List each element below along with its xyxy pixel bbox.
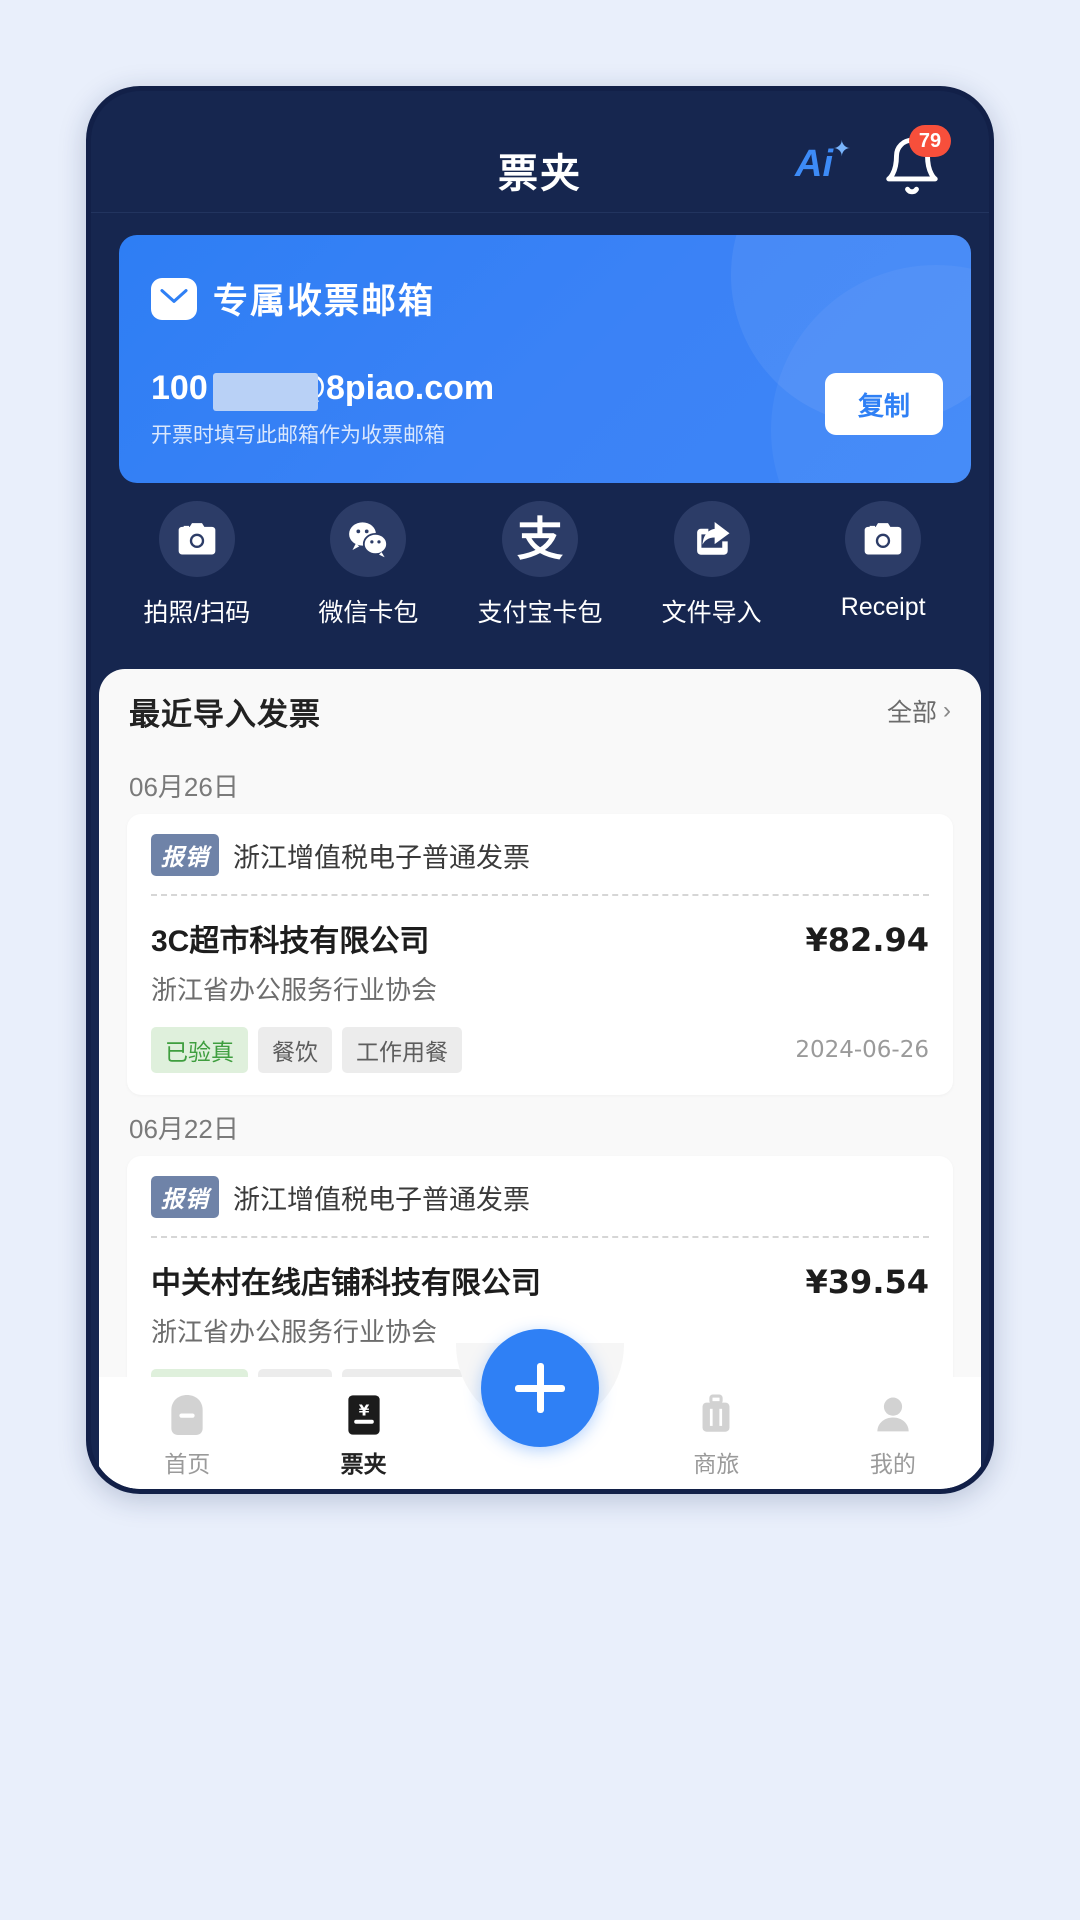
email-card-title: 专属收票邮箱: [213, 282, 436, 321]
invoice-tags: 已验真 餐饮 工作用餐: [151, 1027, 462, 1073]
invoice-header: 报销 浙江增值税电子普通发票: [151, 1176, 929, 1236]
phone-frame: 票夹 Ai ✦ 79 专属收票邮箱 100 9874@8piao.com 开票时…: [86, 86, 994, 1494]
panel-title: 最近导入发票: [129, 696, 321, 732]
invoice-divider: [151, 894, 929, 896]
invoice-type: 浙江增值税电子普通发票: [233, 842, 530, 873]
envelope-icon: [151, 277, 197, 320]
file-import-icon: [673, 501, 750, 577]
wechat-icon: [330, 501, 407, 577]
quick-action-label: 微信卡包: [318, 599, 419, 627]
quick-action-alipay-wallet[interactable]: 支 支付宝卡包: [465, 501, 615, 629]
quick-action-photo-scan[interactable]: 拍照/扫码: [122, 501, 272, 629]
invoice-main-row: 中关村在线店铺科技有限公司 ¥39.54: [151, 1258, 929, 1302]
notification-badge: 79: [909, 125, 951, 157]
alipay-icon: 支: [501, 501, 578, 577]
copy-email-button[interactable]: 复制: [825, 373, 943, 435]
nav-label: 商旅: [693, 1451, 740, 1477]
quick-actions-row: 拍照/扫码 微信卡包 支 支付宝卡包 文件导入 Receipt: [111, 501, 969, 629]
sparkle-icon: ✦: [832, 136, 851, 161]
invoice-org: 浙江省办公服务行业协会: [151, 975, 438, 1005]
chevron-right-icon: ›: [943, 697, 951, 724]
invoice-company: 3C超市科技有限公司: [151, 925, 430, 958]
notification-bell-button[interactable]: 79: [881, 125, 951, 197]
wallet-yen-icon: ¥: [344, 1391, 384, 1439]
invoice-divider: [151, 1236, 929, 1238]
invoice-main-row: 3C超市科技有限公司 ¥82.94: [151, 916, 929, 960]
invoice-type: 浙江增值税电子普通发票: [233, 1184, 530, 1215]
add-invoice-fab[interactable]: [481, 1329, 599, 1447]
nav-label: 我的: [869, 1451, 916, 1477]
nav-label: 首页: [164, 1451, 211, 1477]
nav-item-home[interactable]: 首页: [99, 1377, 275, 1479]
tag-verified: 已验真: [151, 1027, 248, 1073]
invoice-footer: 已验真 餐饮 工作用餐 2024-06-26: [151, 1027, 929, 1073]
invoice-company: 中关村在线店铺科技有限公司: [151, 1267, 541, 1300]
quick-action-label: 支付宝卡包: [477, 599, 603, 627]
svg-text:¥: ¥: [358, 1401, 369, 1419]
email-hint: 开票时填写此邮箱作为收票邮箱: [151, 424, 445, 447]
quick-action-file-import[interactable]: 文件导入: [637, 501, 787, 629]
quick-action-label: Receipt: [840, 593, 926, 621]
alipay-glyph: 支: [516, 512, 563, 566]
date-group-label: 06月22日: [129, 1114, 239, 1144]
tag-purpose: 工作用餐: [342, 1027, 462, 1073]
quick-action-receipt[interactable]: Receipt: [808, 501, 958, 629]
invoice-header: 报销 浙江增值税电子普通发票: [151, 834, 929, 894]
recent-invoices-panel: 最近导入发票 全部 › 06月26日 报销 浙江增值税电子普通发票 3C超市科技…: [99, 669, 981, 1489]
camera-icon: [845, 501, 922, 577]
quick-action-label: 文件导入: [661, 599, 762, 627]
luggage-icon: [696, 1391, 736, 1439]
person-icon: [873, 1391, 913, 1439]
nav-item-travel[interactable]: 商旅: [628, 1377, 804, 1479]
invoice-amount: ¥39.54: [805, 1263, 929, 1301]
quick-action-label: 拍照/扫码: [143, 599, 251, 627]
phone-screen: 票夹 Ai ✦ 79 专属收票邮箱 100 9874@8piao.com 开票时…: [91, 91, 989, 1489]
nav-item-wallet[interactable]: ¥ 票夹: [275, 1377, 451, 1479]
nav-label: 票夹: [340, 1451, 387, 1477]
dedicated-email-card[interactable]: 专属收票邮箱 100 9874@8piao.com 开票时填写此邮箱作为收票邮箱…: [119, 235, 971, 483]
quick-action-wechat-wallet[interactable]: 微信卡包: [293, 501, 443, 629]
ai-label: Ai: [795, 143, 833, 185]
ai-assistant-button[interactable]: Ai ✦: [795, 136, 855, 193]
invoice-date: 2024-06-26: [795, 1037, 929, 1063]
date-group-label: 06月26日: [129, 772, 239, 802]
invoice-card[interactable]: 报销 浙江增值税电子普通发票 3C超市科技有限公司 ¥82.94 浙江省办公服务…: [127, 814, 953, 1095]
nav-item-profile[interactable]: 我的: [805, 1377, 981, 1479]
see-all-link[interactable]: 全部 ›: [887, 693, 951, 729]
see-all-label: 全部: [886, 699, 937, 727]
plus-icon: [512, 1360, 568, 1416]
camera-icon: [158, 501, 235, 577]
tag-category: 餐饮: [258, 1027, 332, 1073]
reimburse-badge: 报销: [151, 834, 219, 876]
app-header: 票夹 Ai ✦ 79: [91, 91, 989, 213]
home-icon: [167, 1391, 207, 1439]
redaction-mask: [213, 373, 318, 411]
reimburse-badge: 报销: [151, 1176, 219, 1218]
email-address-wrap: 100 9874@8piao.com: [151, 369, 711, 411]
invoice-amount: ¥82.94: [805, 921, 929, 959]
panel-header: 最近导入发票 全部 ›: [99, 669, 981, 753]
email-card-title-row: 专属收票邮箱: [151, 273, 435, 324]
